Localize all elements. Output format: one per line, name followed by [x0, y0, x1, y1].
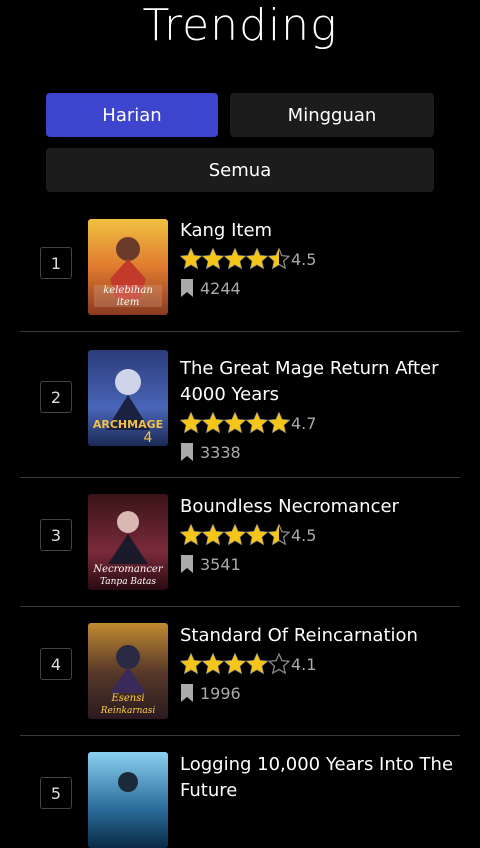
rating-value: 4.1	[291, 654, 317, 674]
star-rating	[180, 412, 290, 434]
divider	[20, 477, 460, 478]
rank-badge: 5	[40, 777, 72, 809]
star-icon	[268, 524, 290, 546]
divider	[20, 331, 460, 332]
cover-image[interactable]	[88, 752, 168, 848]
star-icon	[268, 412, 290, 434]
divider	[20, 606, 460, 607]
bookmark-icon	[181, 279, 193, 297]
svg-text:kelebihan: kelebihan	[103, 285, 153, 296]
star-icon	[202, 248, 224, 270]
svg-text:ARCHMAGE: ARCHMAGE	[93, 418, 163, 431]
cover-image[interactable]: Necromancer Tanpa Batas	[88, 494, 168, 590]
divider	[20, 735, 460, 736]
star-icon	[246, 653, 268, 675]
star-icon	[246, 524, 268, 546]
cover-image[interactable]: ARCHMAGE 4	[88, 350, 168, 446]
bookmark-count: 1996	[200, 683, 241, 703]
comic-title[interactable]: Logging 10,000 Years Into The Future	[180, 752, 455, 804]
bookmark-count: 4244	[200, 278, 241, 298]
rating-value: 4.5	[291, 525, 317, 545]
star-icon	[224, 412, 246, 434]
svg-text:Necromancer: Necromancer	[92, 564, 163, 575]
cover-image[interactable]: kelebihan item	[88, 219, 168, 315]
rating-value: 4.5	[291, 249, 317, 269]
svg-text:Tanpa Batas: Tanpa Batas	[100, 577, 156, 587]
rank-badge: 4	[40, 648, 72, 680]
tab-semua[interactable]: Semua	[46, 148, 434, 192]
star-icon	[180, 412, 202, 434]
star-icon	[268, 653, 290, 675]
bookmark-count: 3338	[200, 442, 241, 462]
star-icon	[202, 412, 224, 434]
star-icon	[224, 524, 246, 546]
bookmark-icon	[181, 443, 193, 461]
star-rating	[180, 653, 290, 675]
star-icon	[224, 653, 246, 675]
star-icon	[268, 248, 290, 270]
star-icon	[246, 248, 268, 270]
star-icon	[246, 412, 268, 434]
star-icon	[180, 524, 202, 546]
comic-title[interactable]: The Great Mage Return After 4000 Years	[180, 356, 455, 408]
star-icon	[202, 524, 224, 546]
svg-text:Esensi: Esensi	[110, 693, 144, 704]
comic-title[interactable]: Kang Item	[180, 218, 455, 244]
rank-badge: 2	[40, 381, 72, 413]
comic-title[interactable]: Boundless Necromancer	[180, 494, 455, 520]
rating-value: 4.7	[291, 413, 317, 433]
svg-text:Reinkarnasi: Reinkarnasi	[100, 706, 156, 716]
comic-title[interactable]: Standard Of Reincarnation	[180, 623, 455, 649]
star-icon	[224, 248, 246, 270]
bookmark-icon	[181, 555, 193, 573]
star-icon	[180, 248, 202, 270]
cover-image[interactable]: Esensi Reinkarnasi	[88, 623, 168, 719]
bookmark-icon	[181, 684, 193, 702]
bookmark-count: 3541	[200, 554, 241, 574]
tab-mingguan[interactable]: Mingguan	[230, 93, 434, 137]
rank-badge: 3	[40, 519, 72, 551]
star-icon	[180, 653, 202, 675]
star-rating	[180, 524, 290, 546]
star-rating	[180, 248, 290, 270]
rank-badge: 1	[40, 247, 72, 279]
tab-harian[interactable]: Harian	[46, 93, 218, 137]
star-icon	[202, 653, 224, 675]
page-title: Trending	[142, 0, 338, 51]
svg-text:item: item	[117, 297, 140, 308]
svg-text:4: 4	[144, 430, 153, 446]
